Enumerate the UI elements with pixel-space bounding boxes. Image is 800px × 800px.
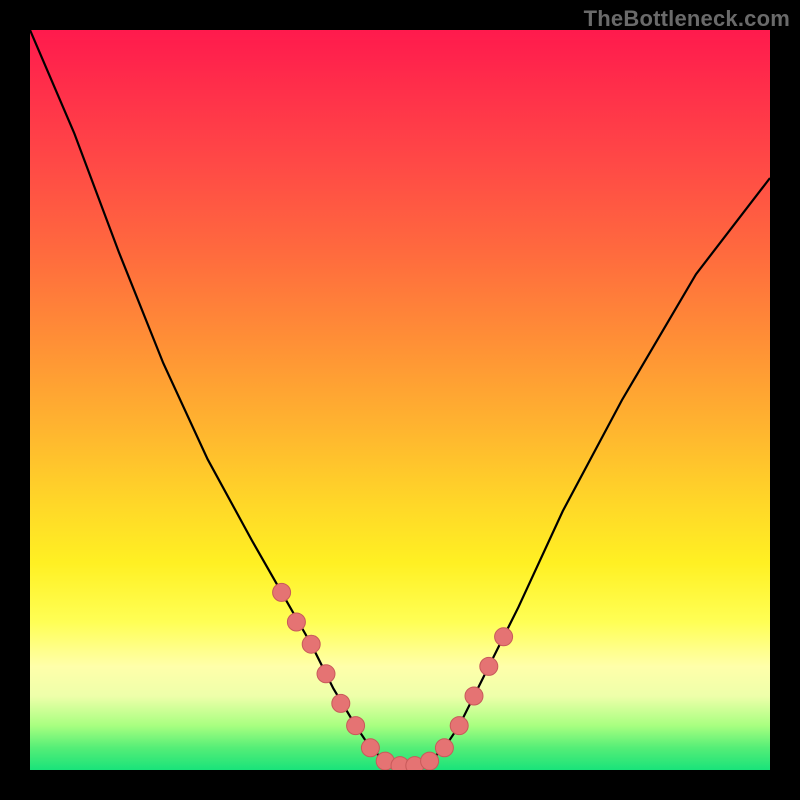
data-point <box>273 583 291 601</box>
data-point <box>361 739 379 757</box>
data-point <box>480 657 498 675</box>
data-point <box>465 687 483 705</box>
data-point <box>435 739 453 757</box>
data-point <box>450 717 468 735</box>
bottleneck-curve-line <box>30 30 770 766</box>
watermark-text: TheBottleneck.com <box>584 6 790 32</box>
plot-area <box>30 30 770 770</box>
chart-svg <box>30 30 770 770</box>
data-point <box>302 635 320 653</box>
data-point <box>347 717 365 735</box>
data-point <box>421 752 439 770</box>
data-point <box>495 628 513 646</box>
data-point <box>332 694 350 712</box>
data-point <box>287 613 305 631</box>
data-points-group <box>273 583 513 770</box>
data-point <box>317 665 335 683</box>
chart-frame: TheBottleneck.com <box>0 0 800 800</box>
